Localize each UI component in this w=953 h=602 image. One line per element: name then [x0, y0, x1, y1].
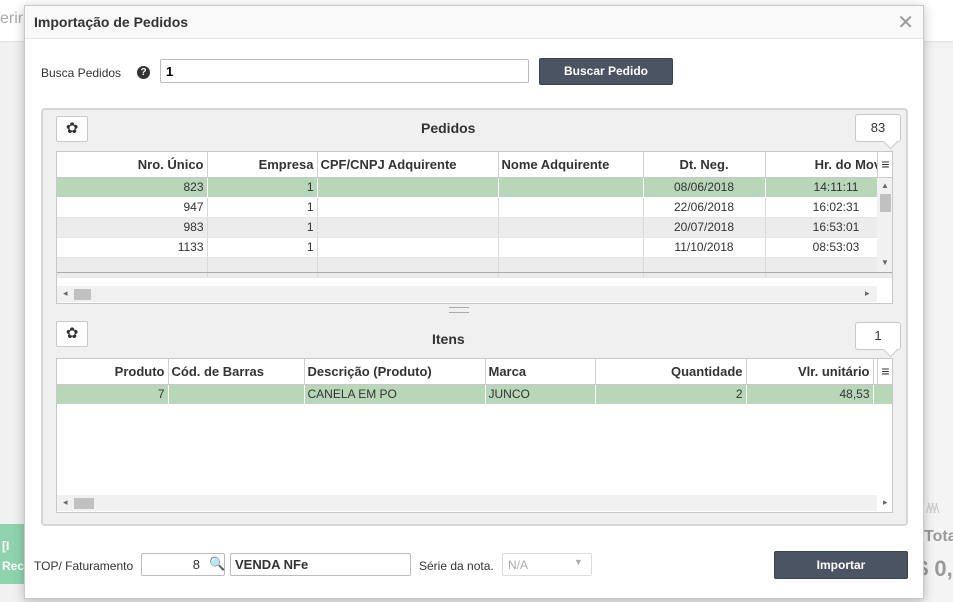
scroll-left-icon[interactable]: ◂ — [63, 288, 68, 299]
table-cell — [498, 177, 644, 198]
scroll-up-icon[interactable]: ▲ — [881, 181, 889, 190]
orders-col-hr-movimento[interactable]: Hr. do Movime — [765, 152, 892, 178]
table-cell: 1133 — [57, 237, 208, 258]
table-cell: 7 — [57, 384, 169, 405]
table-cell — [498, 237, 644, 258]
table-row[interactable]: 7 CANELA EM PO JUNCO 2 48,53 — [57, 384, 892, 405]
modal-header: Importação de Pedidos ✕ — [25, 6, 923, 39]
search-order-button[interactable]: Buscar Pedido — [539, 58, 673, 85]
orders-col-cpf-cnpj[interactable]: CPF/CNPJ Adquirente — [317, 152, 499, 178]
close-icon[interactable]: ✕ — [897, 10, 914, 35]
table-cell: 48,53 — [746, 384, 874, 405]
background-green-button-label: [I — [2, 539, 10, 553]
table-cell: 1 — [207, 197, 318, 218]
panel-splitter[interactable] — [449, 307, 469, 313]
background-total-label: Tota — [924, 528, 953, 545]
orders-grid: Nro. Único Empresa CPF/CNPJ Adquirente N… — [56, 151, 893, 304]
table-cell — [168, 384, 305, 405]
table-cell — [317, 217, 499, 238]
background-zigzag: /\/\/\ — [926, 500, 939, 516]
table-cell: 983 — [57, 217, 208, 238]
items-col-descricao[interactable]: Descrição (Produto) — [304, 359, 486, 385]
table-cell: 2 — [595, 384, 747, 405]
items-col-marca[interactable]: Marca — [485, 359, 596, 385]
chevron-down-icon[interactable]: ▼ — [574, 557, 583, 567]
table-cell — [317, 237, 499, 258]
items-horizontal-scrollbar[interactable]: ◂ ▸ — [57, 495, 888, 511]
items-header-row: Produto Cód. de Barras Descrição (Produt… — [57, 359, 892, 385]
items-col-cod-barras[interactable]: Cód. de Barras — [168, 359, 305, 385]
items-settings-gear-icon[interactable]: ✿ — [56, 321, 88, 347]
divider — [57, 272, 892, 273]
table-row[interactable]: 823 1 08/06/2018 14:11:11 — [57, 177, 892, 198]
search-label: Busca Pedidos — [41, 66, 122, 80]
table-cell: 16:02:31 — [765, 197, 892, 218]
orders-vertical-scrollbar[interactable]: ▲ ▼ — [877, 178, 892, 273]
table-cell: 22/06/2018 — [643, 197, 766, 218]
items-col-quantidade[interactable]: Quantidade — [595, 359, 747, 385]
serie-nota-label: Série da nota. — [419, 559, 494, 573]
items-grid: Produto Cód. de Barras Descrição (Produt… — [56, 358, 893, 513]
scroll-left-icon[interactable]: ◂ — [63, 497, 68, 508]
table-cell: 11/10/2018 — [643, 237, 766, 258]
table-cell — [498, 197, 644, 218]
table-row[interactable]: 1133 1 11/10/2018 08:53:03 — [57, 237, 892, 258]
orders-settings-gear-icon[interactable]: ✿ — [56, 116, 88, 142]
top-faturamento-label: TOP/ Faturamento — [34, 559, 134, 573]
table-cell: 823 — [57, 177, 208, 198]
table-cell — [317, 197, 499, 218]
table-cell: CANELA EM PO — [304, 384, 486, 405]
table-cell: JUNCO — [485, 384, 596, 405]
table-row[interactable]: 947 1 22/06/2018 16:02:31 — [57, 197, 892, 218]
search-icon[interactable]: 🔍 — [209, 556, 225, 572]
background-text-fragment: erir — [0, 10, 24, 27]
table-cell: 1 — [207, 177, 318, 198]
items-panel-title: Itens — [432, 331, 465, 347]
import-button[interactable]: Importar — [774, 551, 908, 579]
import-orders-modal: Importação de Pedidos ✕ Busca Pedidos ? … — [24, 5, 924, 599]
scroll-right-icon[interactable]: ▸ — [865, 288, 870, 299]
items-table: Produto Cód. de Barras Descrição (Produt… — [57, 359, 892, 405]
table-cell: 14:11:11 — [765, 177, 892, 198]
orders-col-nome-adquirente[interactable]: Nome Adquirente — [498, 152, 644, 178]
table-cell: 08:53:03 — [765, 237, 892, 258]
scroll-down-icon[interactable]: ▼ — [881, 258, 889, 267]
modal-title: Importação de Pedidos — [34, 14, 189, 30]
question-circle-icon[interactable]: ? — [137, 66, 150, 79]
table-cell: 08/06/2018 — [643, 177, 766, 198]
items-columns-menu-icon[interactable]: ≡ — [877, 359, 892, 384]
items-col-vlr-unitario[interactable]: Vlr. unitário — [746, 359, 874, 385]
scroll-thumb[interactable] — [880, 194, 891, 212]
top-description-field[interactable]: VENDA NFe — [230, 553, 411, 576]
orders-col-empresa[interactable]: Empresa — [207, 152, 318, 178]
table-cell: 1 — [207, 237, 318, 258]
orders-horizontal-scrollbar[interactable]: ◂ ▸ — [57, 286, 877, 302]
table-cell — [498, 217, 644, 238]
search-orders-input[interactable] — [160, 59, 529, 83]
table-cell: 20/07/2018 — [643, 217, 766, 238]
background-green-button-sublabel: Rec — [2, 559, 25, 573]
items-count-badge: 1 — [855, 322, 901, 350]
table-row[interactable] — [57, 257, 892, 278]
orders-header-row: Nro. Único Empresa CPF/CNPJ Adquirente N… — [57, 152, 892, 178]
table-cell: 1 — [207, 217, 318, 238]
table-cell: 16:53:01 — [765, 217, 892, 238]
table-row[interactable]: 983 1 20/07/2018 16:53:01 — [57, 217, 892, 238]
background-side-panel — [923, 48, 953, 602]
table-cell — [317, 177, 499, 198]
orders-columns-menu-icon[interactable]: ≡ — [877, 152, 892, 177]
orders-col-dt-neg[interactable]: Dt. Neg. — [643, 152, 766, 178]
table-cell: 947 — [57, 197, 208, 218]
orders-table: Nro. Único Empresa CPF/CNPJ Adquirente N… — [57, 152, 892, 278]
scroll-right-icon[interactable]: ▸ — [883, 497, 888, 508]
orders-col-nro-unico[interactable]: Nro. Único — [57, 152, 208, 178]
scroll-thumb[interactable] — [74, 498, 94, 509]
scroll-thumb[interactable] — [74, 289, 91, 300]
orders-count-badge: 83 — [855, 114, 901, 142]
items-col-produto[interactable]: Produto — [57, 359, 169, 385]
background-green-button: [I Rec — [0, 524, 26, 584]
orders-panel-title: Pedidos — [421, 120, 476, 136]
